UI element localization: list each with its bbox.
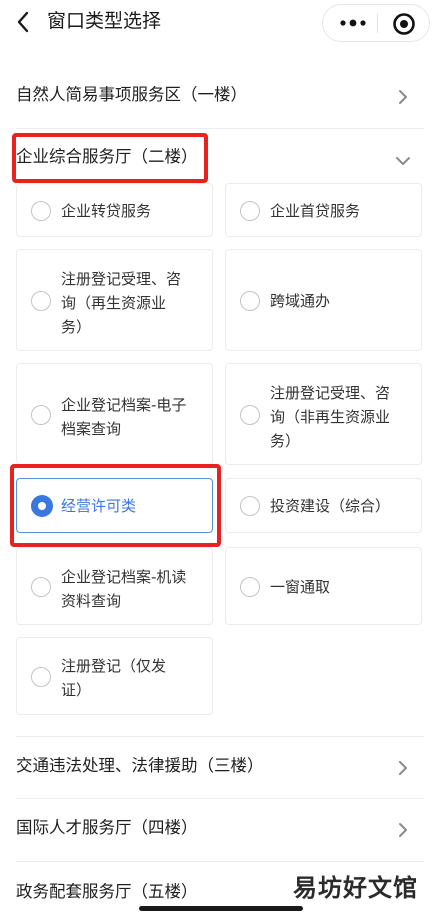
section-floor-4[interactable]: 国际人才服务厅（四楼） [16,799,424,861]
option-card[interactable]: 企业登记档案-电子 档案查询 [16,363,213,465]
radio-button[interactable] [240,577,260,597]
chevron-right-icon [399,823,407,837]
option-label: 企业转贷服务 [61,202,152,220]
close-mini-program-button[interactable] [391,11,417,37]
radio-button[interactable] [240,496,260,516]
radio-button[interactable] [31,201,51,221]
radio-button[interactable] [31,667,51,687]
radio-button[interactable] [31,291,51,311]
radio-button[interactable] [31,405,51,425]
option-label-line: 务） [61,318,92,336]
back-button[interactable] [10,5,38,39]
option-card[interactable]: 注册登记受理、咨 询（再生资源业 务） [16,249,213,351]
option-card[interactable]: 企业转贷服务 [16,183,213,237]
chevron-right-icon [399,90,407,104]
page-title: 窗口类型选择 [47,10,162,32]
section-label: 国际人才服务厅（四楼） [16,818,198,837]
section-label: 交通违法处理、法律援助（三楼） [16,756,264,775]
home-indicator[interactable] [139,906,303,911]
option-label-line: 企业登记档案-电子 [61,396,187,414]
option-card[interactable]: 一窗通取 [225,547,422,625]
section-label: 政务配套服务厅（五楼） [16,882,198,901]
section-label: 自然人简易事项服务区（一楼） [16,85,247,104]
mini-program-capsule [322,4,430,42]
option-label-line: 注册登记受理、咨 [270,384,391,402]
option-card[interactable]: 跨域通办 [225,249,422,351]
radio-button[interactable] [240,405,260,425]
option-label-line: 询（非再生资源业 [270,408,391,426]
option-label: 经营许可类 [61,497,137,515]
option-label-line: 询（再生资源业 [61,294,167,312]
navigation-bar: 窗口类型选择 [0,0,442,46]
option-card[interactable]: 注册登记（仅发 证） [16,637,213,715]
capsule-divider [377,14,378,33]
option-label: 企业首贷服务 [270,202,361,220]
option-card[interactable]: 企业登记档案-机读 资料查询 [16,547,213,625]
section-label: 企业综合服务厅（二楼） [16,147,198,166]
option-card[interactable]: 注册登记受理、咨 询（非再生资源业 务） [225,363,422,465]
option-label-line: 注册登记受理、咨 [61,270,182,288]
option-label-line: 档案查询 [61,420,122,438]
option-label: 一窗通取 [270,578,331,596]
option-label-line: 企业登记档案-机读 [61,568,187,586]
option-label: 跨域通办 [270,292,331,310]
chevron-right-icon [399,761,407,775]
radio-button[interactable] [31,577,51,597]
section-floor-3[interactable]: 交通违法处理、法律援助（三楼） [16,737,424,799]
radio-button[interactable] [240,291,260,311]
chevron-down-icon [396,157,410,165]
radio-button-checked[interactable] [31,495,53,517]
option-label-line: 注册登记（仅发 [61,657,167,675]
option-label-line: 资料查询 [61,592,122,610]
target-close-icon [393,13,415,35]
section-floor-2[interactable]: 企业综合服务厅（二楼） [16,128,424,190]
option-card[interactable]: 企业首贷服务 [225,183,422,237]
option-label-line: 证） [61,681,92,699]
more-dots-icon [340,19,366,27]
radio-button[interactable] [240,201,260,221]
option-label: 投资建设（综合） [270,497,391,515]
watermark-text: 易坊好文馆 [293,874,418,902]
option-card[interactable]: 投资建设（综合） [225,478,422,533]
more-button[interactable] [335,13,371,33]
section-floor-1[interactable]: 自然人简易事项服务区（一楼） [16,66,424,128]
back-arrow-icon [17,11,29,33]
option-card-selected[interactable]: 经营许可类 [16,478,213,533]
option-label-line: 务） [270,432,301,450]
